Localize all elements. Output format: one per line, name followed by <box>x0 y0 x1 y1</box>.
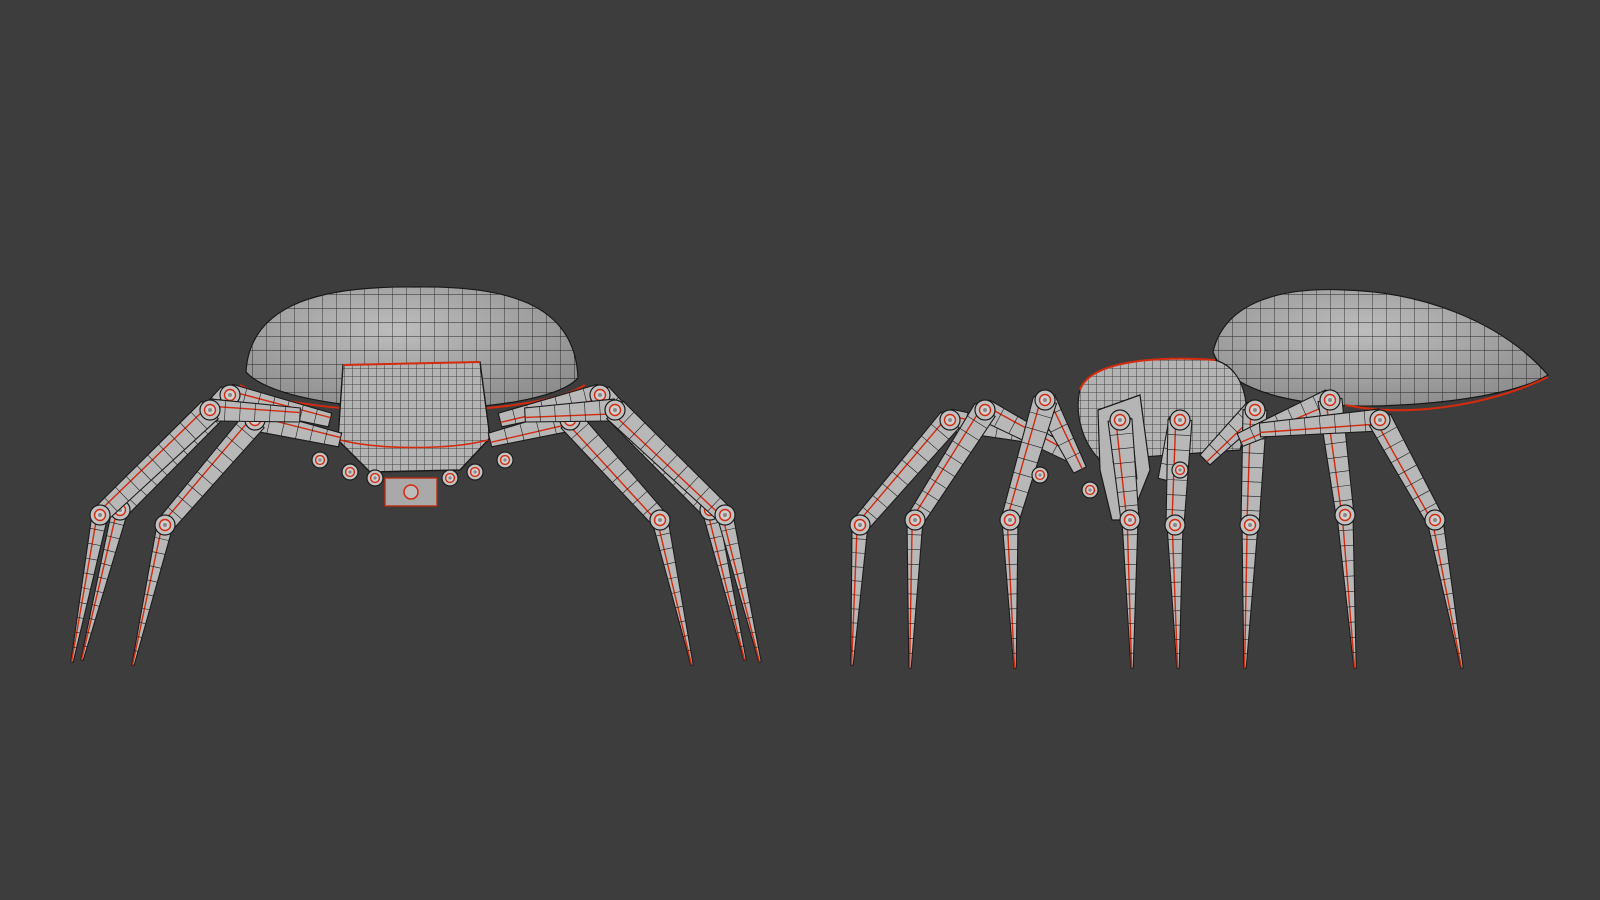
spider-model-front[interactable] <box>239 286 586 507</box>
leg-segment <box>93 400 220 523</box>
3d-viewport[interactable] <box>0 0 1600 900</box>
leg-segment <box>605 400 732 523</box>
leg-claw <box>131 522 174 666</box>
head-block <box>337 361 491 473</box>
viewport-canvas[interactable] <box>0 0 1600 900</box>
